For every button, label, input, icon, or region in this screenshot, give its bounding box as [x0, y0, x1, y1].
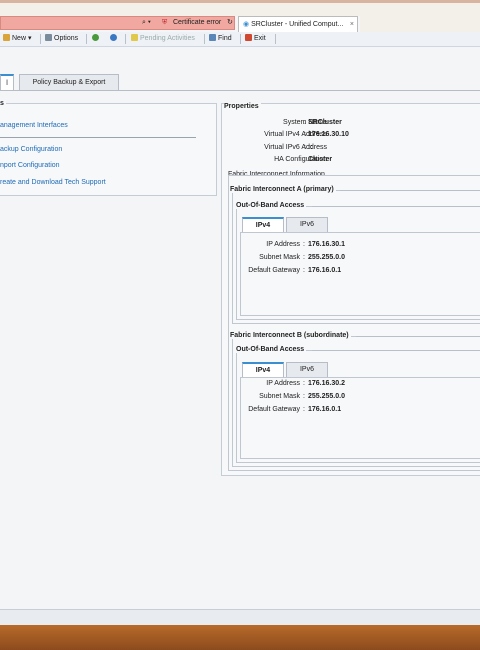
fi-b-subnet-value: 255.255.0.0: [308, 393, 345, 400]
info-button[interactable]: [110, 34, 119, 44]
search-icon[interactable]: ⌕ ▾: [142, 16, 151, 30]
fi-a-oob-rule: [312, 206, 480, 207]
title-strip: [0, 0, 480, 3]
fi-a-oob-heading: Out-Of-Band Access: [236, 202, 307, 209]
help-button[interactable]: [92, 34, 101, 44]
exit-button[interactable]: Exit: [245, 34, 266, 44]
fi-b-gateway-label: Default Gateway: [248, 406, 300, 413]
actions-panel: s anagement Interfaces ackup Configurati…: [0, 100, 217, 196]
find-button[interactable]: Find: [209, 34, 232, 44]
exit-label: Exit: [254, 35, 266, 42]
fi-b-rule: [356, 336, 480, 337]
tab-policy-backup-export[interactable]: Policy Backup & Export: [19, 74, 119, 91]
certificate-error-label[interactable]: Certificate error: [173, 16, 221, 30]
shield-error-icon[interactable]: ⛨: [162, 16, 167, 30]
info-icon: [110, 34, 117, 41]
pending-activities-label: Pending Activities: [140, 35, 195, 42]
separator: :: [303, 241, 305, 248]
status-bar: [0, 609, 480, 626]
toolbar-divider: [86, 34, 87, 44]
app-toolbar: New ▾ Options Pending Activities Find Ex…: [0, 32, 480, 47]
fi-b-tab-ipv4-label: IPv4: [255, 367, 271, 374]
browser-tab-ucs[interactable]: ◉ SRCluster - Unified Comput... ×: [238, 16, 358, 32]
link-import-configuration[interactable]: nport Configuration: [0, 162, 60, 169]
options-icon: [45, 34, 52, 41]
fi-a-gateway-value: 176.16.0.1: [308, 267, 342, 274]
link-tech-support[interactable]: reate and Download Tech Support: [0, 179, 106, 186]
fi-b-ip-value: 176.16.30.2: [308, 380, 345, 387]
browser-title-bar: [0, 0, 480, 16]
ucs-icon: ◉: [243, 21, 250, 28]
fi-a-heading: Fabric Interconnect A (primary): [230, 186, 336, 193]
fi-a-tab-ipv4-label: IPv4: [255, 222, 271, 229]
system-name-value: SRCluster: [308, 119, 342, 126]
properties-heading: Properties: [224, 103, 261, 110]
fi-a-ip-value: 176.16.30.1: [308, 241, 345, 248]
options-label: Options: [54, 35, 79, 42]
properties-panel: Properties System Name : SRCluster Virtu…: [221, 103, 480, 476]
separator: :: [303, 406, 305, 413]
separator: :: [304, 119, 306, 126]
separator: :: [303, 393, 305, 400]
separator: :: [303, 267, 305, 274]
find-label: Find: [218, 35, 232, 42]
toolbar-divider: [40, 34, 41, 44]
help-icon: [92, 34, 99, 41]
tab-general-label: l: [6, 80, 8, 87]
options-button[interactable]: Options: [45, 34, 78, 44]
fi-b-tab-ipv6-label: IPv6: [299, 366, 314, 373]
fi-a-subnet-value: 255.255.0.0: [308, 254, 345, 261]
exit-icon: [245, 34, 252, 41]
toolbar-divider: [275, 34, 276, 44]
tab-divider: [0, 90, 480, 91]
separator: :: [304, 156, 306, 163]
fi-b-oob-rule: [312, 350, 480, 351]
virtual-ipv6-value: ::: [308, 144, 313, 151]
toolbar-divider: [240, 34, 241, 44]
fi-a-gateway-label: Default Gateway: [248, 267, 300, 274]
find-icon: [209, 34, 216, 41]
toolbar-divider: [204, 34, 205, 44]
separator: :: [303, 254, 305, 261]
fi-a-tab-ipv6-label: IPv6: [299, 221, 314, 228]
ha-configuration-value: Cluster: [308, 156, 333, 163]
pending-activities-button[interactable]: Pending Activities: [131, 34, 195, 44]
fi-b-oob-heading: Out-Of-Band Access: [236, 346, 307, 353]
fi-a-tab-ipv6[interactable]: IPv6: [286, 217, 328, 232]
actions-divider: [0, 137, 196, 138]
virtual-ipv4-value: 176.16.30.10: [308, 131, 349, 138]
fi-b-heading: Fabric Interconnect B (subordinate): [230, 332, 351, 339]
fi-b-gateway-value: 176.16.0.1: [308, 406, 342, 413]
tab-general[interactable]: l: [0, 74, 14, 91]
warning-icon: [131, 34, 138, 41]
fi-a-ip-label: IP Address: [266, 241, 300, 248]
browser-tabstrip-empty: [360, 16, 480, 32]
actions-heading: s: [0, 100, 6, 107]
new-button[interactable]: New ▾: [3, 34, 31, 44]
fi-a-tab-ipv4[interactable]: IPv4: [242, 217, 284, 232]
close-icon[interactable]: ×: [350, 17, 354, 32]
fi-b-tab-ipv6[interactable]: IPv6: [286, 362, 328, 377]
refresh-icon[interactable]: ↻: [227, 16, 233, 30]
tab-policy-backup-label: Policy Backup & Export: [32, 79, 106, 86]
fi-a-rule: [340, 190, 480, 191]
browser-tab-title: SRCluster - Unified Comput...: [251, 21, 344, 28]
fi-b-tab-body: [240, 377, 480, 459]
link-backup-configuration[interactable]: ackup Configuration: [0, 146, 62, 153]
virtual-ipv6-label: Virtual IPv6 Address: [264, 144, 327, 151]
new-label: New ▾: [12, 35, 32, 42]
fi-b-tab-ipv4[interactable]: IPv4: [242, 362, 284, 377]
separator: :: [304, 131, 306, 138]
separator: :: [304, 144, 306, 151]
toolbar-divider: [125, 34, 126, 44]
separator: :: [303, 380, 305, 387]
link-management-interfaces[interactable]: anagement Interfaces: [0, 122, 68, 129]
fi-b-subnet-label: Subnet Mask: [259, 393, 300, 400]
fi-b-ip-label: IP Address: [266, 380, 300, 387]
fi-a-subnet-label: Subnet Mask: [259, 254, 300, 261]
new-icon: [3, 34, 10, 41]
os-taskbar: [0, 625, 480, 650]
